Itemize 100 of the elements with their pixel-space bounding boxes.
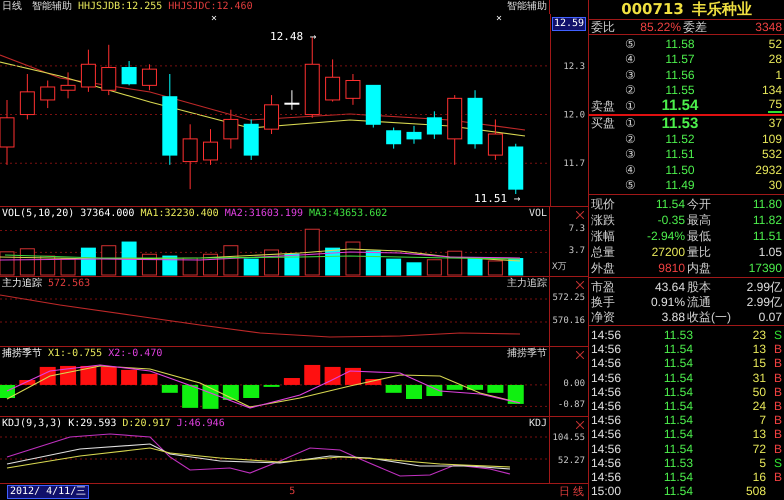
order-price: 11.56 bbox=[664, 68, 696, 81]
histogram-bar bbox=[487, 384, 504, 393]
histogram-bar bbox=[467, 384, 484, 390]
volume-bar bbox=[142, 254, 157, 276]
trade-volume: 16 bbox=[752, 470, 766, 483]
field-value: -2.94% bbox=[646, 230, 685, 242]
volume-bar bbox=[345, 242, 360, 276]
close-icon[interactable] bbox=[576, 281, 584, 289]
order-level: ④ bbox=[625, 53, 637, 66]
trade-time: 14:56 bbox=[591, 400, 622, 412]
field-label: 股本 bbox=[686, 280, 712, 292]
candlestick bbox=[508, 143, 524, 195]
order-level: ② bbox=[625, 132, 637, 145]
axis-label: 7.3 bbox=[568, 225, 585, 234]
field-value: 11.54 bbox=[654, 198, 685, 210]
trade-volume: 72 bbox=[752, 442, 766, 455]
indicator-value: 572.563 bbox=[48, 279, 90, 289]
histogram-bar bbox=[100, 366, 117, 385]
candlestick bbox=[80, 49, 96, 92]
candlestick bbox=[20, 74, 35, 120]
order-side-label: 卖盘 bbox=[591, 100, 616, 112]
volume-bar bbox=[182, 257, 198, 276]
candlestick bbox=[426, 110, 442, 140]
field-label: 内盘 bbox=[686, 262, 712, 274]
low-price-label: 11.51 → bbox=[474, 193, 520, 204]
axis-label: 11.7 bbox=[563, 159, 585, 170]
candlestick bbox=[223, 109, 238, 150]
order-volume: 532 bbox=[762, 148, 782, 160]
histogram-bar bbox=[121, 370, 138, 385]
indicator-value: K:29.593 bbox=[68, 419, 116, 429]
field-value: 1.05 bbox=[758, 246, 782, 258]
period-label: 日 线 bbox=[558, 486, 584, 498]
histogram-bar bbox=[162, 384, 178, 393]
candlestick bbox=[325, 58, 340, 102]
volume-bar bbox=[244, 258, 259, 276]
trade-volume: 13 bbox=[752, 343, 766, 356]
indicator-name: KDJ bbox=[528, 419, 547, 429]
indicator-value: 37364.000 bbox=[80, 209, 134, 219]
volume-bar bbox=[284, 254, 300, 276]
order-price: 11.50 bbox=[664, 164, 696, 176]
candlestick bbox=[366, 84, 381, 128]
stock-name: 丰乐种业 bbox=[692, 2, 752, 17]
volume-bar bbox=[122, 242, 137, 276]
volume-bar bbox=[406, 262, 422, 276]
order-side-label: 买盘 bbox=[591, 117, 616, 130]
field-value: 11.82 bbox=[752, 214, 782, 226]
field-label: 涨跌 bbox=[591, 214, 616, 226]
candlestick bbox=[182, 124, 198, 190]
order-level: ③ bbox=[625, 68, 637, 81]
order-level: ① bbox=[625, 117, 637, 130]
candlestick bbox=[447, 94, 462, 166]
close-icon[interactable] bbox=[576, 211, 584, 219]
indicator-name: 智能辅助 bbox=[32, 2, 72, 12]
trade-price: 11.54 bbox=[662, 357, 693, 370]
axis-label: 0.00 bbox=[563, 380, 585, 389]
field-label: 总量 bbox=[591, 246, 616, 258]
cursor-label: 5 bbox=[289, 487, 296, 497]
indicator-value: HHJSJDB:12.255 bbox=[78, 2, 162, 12]
trade-time: 14:56 bbox=[591, 357, 622, 370]
trade-volume: 508 bbox=[744, 485, 766, 498]
volume-bar bbox=[223, 245, 238, 276]
candlestick bbox=[264, 94, 280, 135]
date-label: 2012/ 4/11/三 bbox=[7, 485, 90, 499]
close-icon[interactable] bbox=[576, 421, 584, 429]
trade-side: B bbox=[772, 414, 782, 426]
field-value: 43.64 bbox=[654, 280, 685, 292]
stock-code: 000713 bbox=[621, 2, 684, 17]
indicator-value: HHJSJDC:12.460 bbox=[168, 2, 253, 12]
indicator-value: J:46.946 bbox=[176, 419, 225, 429]
field-label: 最低 bbox=[686, 230, 712, 242]
trade-price: 11.54 bbox=[662, 400, 693, 412]
candlestick bbox=[203, 128, 218, 166]
order-level: ② bbox=[625, 84, 637, 96]
histogram-bar bbox=[406, 384, 422, 399]
trade-time: 14:56 bbox=[591, 456, 622, 469]
field-label: 最高 bbox=[686, 214, 712, 226]
order-volume: 134 bbox=[762, 84, 782, 96]
field-value: 0.91% bbox=[650, 296, 685, 308]
trade-time: 14:56 bbox=[591, 329, 622, 342]
histogram-bar bbox=[508, 384, 524, 404]
indicator-value: 主力追踪 bbox=[2, 279, 42, 289]
cross-marker-icon bbox=[212, 16, 216, 20]
indicator-value: 捕捞季节 bbox=[2, 349, 42, 359]
volume-bar bbox=[447, 250, 462, 276]
volume-bar bbox=[80, 248, 96, 276]
volume-bar bbox=[508, 258, 524, 276]
axis-label: 12.0 bbox=[563, 110, 585, 121]
close-icon[interactable] bbox=[576, 351, 584, 359]
indicator-value: MA3:43653.602 bbox=[309, 209, 388, 219]
volume-bar bbox=[468, 257, 483, 276]
trade-volume: 15 bbox=[752, 357, 766, 370]
indicator-name: 主力追踪 bbox=[507, 279, 547, 289]
field-label: 委差 bbox=[682, 21, 708, 33]
histogram-bar bbox=[141, 374, 158, 385]
histogram-bar bbox=[243, 384, 260, 398]
trade-side: B bbox=[772, 428, 782, 440]
trade-time: 14:56 bbox=[591, 386, 622, 398]
field-label: 收益(一) bbox=[686, 310, 732, 322]
histogram-bar bbox=[324, 366, 341, 385]
trade-side: B bbox=[772, 343, 782, 356]
